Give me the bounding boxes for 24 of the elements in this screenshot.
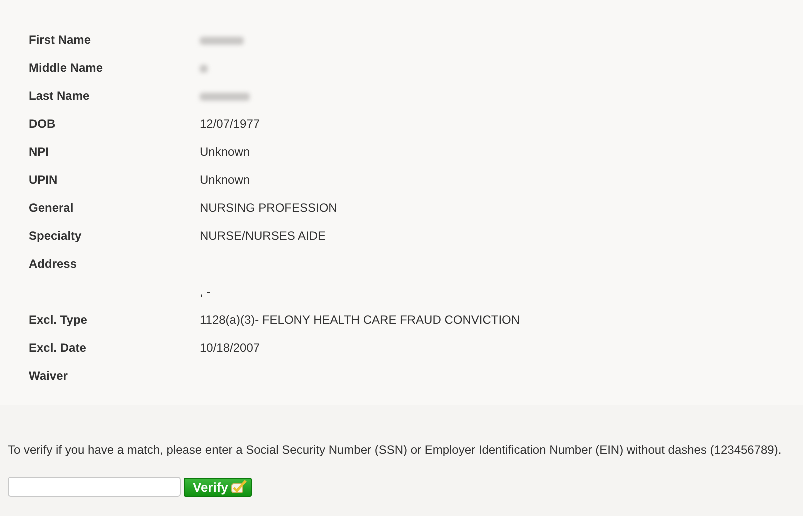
field-value: 10/18/2007 — [200, 341, 260, 355]
field-label: DOB — [29, 117, 56, 131]
field-value: , - — [200, 285, 211, 299]
field-value: NURSING PROFESSION — [200, 201, 338, 215]
field-label: Excl. Type — [29, 313, 88, 327]
field-value: Unknown — [200, 145, 250, 159]
verify-button[interactable]: Verify — [184, 478, 252, 496]
field-label: Specialty — [29, 229, 82, 243]
field-label: Waiver — [29, 369, 68, 383]
field-label: General — [29, 201, 74, 215]
checkmark-icon — [231, 480, 248, 494]
field-label: Last Name — [29, 89, 90, 103]
ssn-input-field[interactable] — [8, 477, 181, 497]
field-label: Excl. Date — [29, 341, 86, 355]
field-label: Middle Name — [29, 61, 104, 75]
field-label: NPI — [29, 145, 50, 159]
instructions-text: To verify if you have a match, please enter a Social Security Number (SSN) or Employer Identification Number (EIN) without dashes (123456789). — [8, 443, 783, 457]
field-value: 1128(a)(3)- FELONY HEALTH CARE FRAUD CONVICTION — [200, 313, 520, 327]
field-value: Unknown — [200, 173, 250, 187]
field-label: First Name — [29, 33, 92, 47]
field-value: 12/07/1977 — [200, 117, 260, 131]
field-label: Address — [29, 257, 78, 271]
field-label: UPIN — [29, 173, 58, 187]
field-value: NURSE/NURSES AIDE — [200, 229, 326, 243]
